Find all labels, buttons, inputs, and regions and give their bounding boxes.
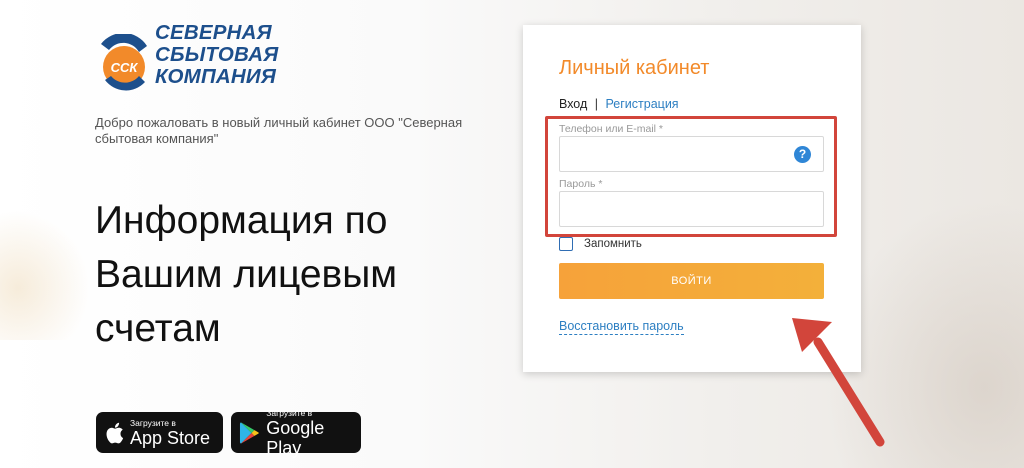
app-store-title: App Store <box>130 427 211 448</box>
google-play-texts: Загрузите в Google Play <box>266 408 361 458</box>
remember-checkbox[interactable] <box>559 237 573 251</box>
highlight-frame <box>545 116 837 237</box>
google-play-icon <box>239 421 259 444</box>
restore-password-link[interactable]: Восстановить пароль <box>559 319 684 335</box>
annotation-arrow-icon <box>792 318 885 447</box>
logo-line-3: КОМПАНИЯ <box>155 65 276 88</box>
login-card-title: Личный кабинет <box>559 57 710 79</box>
remember-me[interactable]: Запомнить <box>559 237 642 251</box>
logo-line-1: СЕВЕРНАЯ <box>155 21 272 44</box>
logo-mark-icon: ССК <box>101 34 147 91</box>
login-button[interactable]: ВОЙТИ <box>559 263 824 299</box>
welcome-text: Добро пожаловать в новый личный кабинет … <box>95 115 463 146</box>
app-store-button[interactable]: Загрузите в App Store <box>96 412 223 453</box>
company-logo[interactable]: ССК СЕВЕРНАЯ СБЫТОВАЯ КОМПАНИЯ <box>95 22 305 92</box>
logo-line-2: СБЫТОВАЯ <box>155 43 279 66</box>
logo-mark-text: ССК <box>111 60 139 75</box>
google-play-title: Google Play <box>266 417 325 458</box>
google-play-subtitle: Загрузите в <box>266 407 313 418</box>
logo-wordmark: СЕВЕРНАЯ СБЫТОВАЯ КОМПАНИЯ <box>155 22 278 88</box>
app-store-subtitle: Загрузите в <box>130 417 176 428</box>
tab-register[interactable]: Регистрация <box>606 97 679 111</box>
tab-login[interactable]: Вход <box>559 97 587 111</box>
apple-icon <box>106 422 124 443</box>
background-decoration-left <box>0 210 90 340</box>
app-store-texts: Загрузите в App Store <box>130 418 210 448</box>
tab-separator: | <box>594 97 599 111</box>
remember-label: Запомнить <box>584 238 642 250</box>
auth-tabs: Вход | Регистрация <box>559 97 679 111</box>
page-headline: Информация по Вашим лицевым счетам <box>95 199 398 350</box>
google-play-button[interactable]: Загрузите в Google Play <box>231 408 361 458</box>
